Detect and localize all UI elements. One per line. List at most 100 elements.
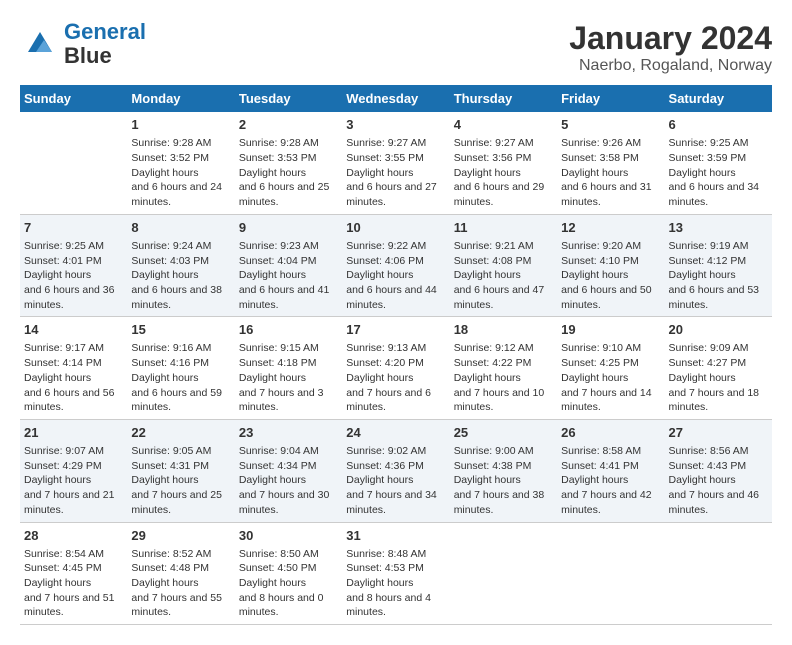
day-cell: 10 Sunrise: 9:22 AM Sunset: 4:06 PM Dayl…	[342, 214, 449, 317]
day-info: Sunrise: 9:22 AM Sunset: 4:06 PM Dayligh…	[346, 239, 445, 312]
day-cell: 21 Sunrise: 9:07 AM Sunset: 4:29 PM Dayl…	[20, 419, 127, 522]
week-row-4: 21 Sunrise: 9:07 AM Sunset: 4:29 PM Dayl…	[20, 419, 772, 522]
day-number: 31	[346, 527, 445, 545]
day-number: 28	[24, 527, 123, 545]
day-info: Sunrise: 9:23 AM Sunset: 4:04 PM Dayligh…	[239, 239, 338, 312]
day-number: 27	[669, 424, 768, 442]
day-number: 21	[24, 424, 123, 442]
day-info: Sunrise: 9:05 AM Sunset: 4:31 PM Dayligh…	[131, 444, 230, 517]
day-info: Sunrise: 9:15 AM Sunset: 4:18 PM Dayligh…	[239, 341, 338, 414]
day-number: 13	[669, 219, 768, 237]
day-number: 29	[131, 527, 230, 545]
day-cell: 25 Sunrise: 9:00 AM Sunset: 4:38 PM Dayl…	[450, 419, 557, 522]
day-cell: 3 Sunrise: 9:27 AM Sunset: 3:55 PM Dayli…	[342, 112, 449, 214]
day-cell: 30 Sunrise: 8:50 AM Sunset: 4:50 PM Dayl…	[235, 522, 342, 625]
day-number: 19	[561, 321, 660, 339]
header-row: SundayMondayTuesdayWednesdayThursdayFrid…	[20, 85, 772, 112]
week-row-1: 1 Sunrise: 9:28 AM Sunset: 3:52 PM Dayli…	[20, 112, 772, 214]
day-cell: 9 Sunrise: 9:23 AM Sunset: 4:04 PM Dayli…	[235, 214, 342, 317]
day-header-tuesday: Tuesday	[235, 85, 342, 112]
day-number: 11	[454, 219, 553, 237]
day-header-sunday: Sunday	[20, 85, 127, 112]
day-cell: 19 Sunrise: 9:10 AM Sunset: 4:25 PM Dayl…	[557, 317, 664, 420]
day-info: Sunrise: 9:25 AM Sunset: 3:59 PM Dayligh…	[669, 136, 768, 209]
day-number: 6	[669, 116, 768, 134]
day-cell: 13 Sunrise: 9:19 AM Sunset: 4:12 PM Dayl…	[665, 214, 772, 317]
day-cell: 17 Sunrise: 9:13 AM Sunset: 4:20 PM Dayl…	[342, 317, 449, 420]
day-cell: 2 Sunrise: 9:28 AM Sunset: 3:53 PM Dayli…	[235, 112, 342, 214]
day-info: Sunrise: 9:21 AM Sunset: 4:08 PM Dayligh…	[454, 239, 553, 312]
day-cell: 4 Sunrise: 9:27 AM Sunset: 3:56 PM Dayli…	[450, 112, 557, 214]
day-info: Sunrise: 9:00 AM Sunset: 4:38 PM Dayligh…	[454, 444, 553, 517]
week-row-5: 28 Sunrise: 8:54 AM Sunset: 4:45 PM Dayl…	[20, 522, 772, 625]
logo: General Blue	[20, 20, 146, 68]
day-cell: 12 Sunrise: 9:20 AM Sunset: 4:10 PM Dayl…	[557, 214, 664, 317]
day-cell: 22 Sunrise: 9:05 AM Sunset: 4:31 PM Dayl…	[127, 419, 234, 522]
day-number: 23	[239, 424, 338, 442]
day-cell: 8 Sunrise: 9:24 AM Sunset: 4:03 PM Dayli…	[127, 214, 234, 317]
day-number: 24	[346, 424, 445, 442]
day-number: 9	[239, 219, 338, 237]
day-cell: 20 Sunrise: 9:09 AM Sunset: 4:27 PM Dayl…	[665, 317, 772, 420]
main-title: January 2024	[569, 20, 772, 57]
day-info: Sunrise: 9:07 AM Sunset: 4:29 PM Dayligh…	[24, 444, 123, 517]
logo-icon	[20, 24, 60, 64]
day-cell: 14 Sunrise: 9:17 AM Sunset: 4:14 PM Dayl…	[20, 317, 127, 420]
day-info: Sunrise: 8:54 AM Sunset: 4:45 PM Dayligh…	[24, 547, 123, 620]
day-cell	[20, 112, 127, 214]
day-info: Sunrise: 9:28 AM Sunset: 3:52 PM Dayligh…	[131, 136, 230, 209]
day-info: Sunrise: 8:58 AM Sunset: 4:41 PM Dayligh…	[561, 444, 660, 517]
day-info: Sunrise: 9:27 AM Sunset: 3:56 PM Dayligh…	[454, 136, 553, 209]
day-header-saturday: Saturday	[665, 85, 772, 112]
day-number: 25	[454, 424, 553, 442]
day-number: 16	[239, 321, 338, 339]
day-cell	[665, 522, 772, 625]
day-cell: 16 Sunrise: 9:15 AM Sunset: 4:18 PM Dayl…	[235, 317, 342, 420]
day-number: 7	[24, 219, 123, 237]
day-cell: 28 Sunrise: 8:54 AM Sunset: 4:45 PM Dayl…	[20, 522, 127, 625]
day-info: Sunrise: 8:50 AM Sunset: 4:50 PM Dayligh…	[239, 547, 338, 620]
day-number: 3	[346, 116, 445, 134]
day-number: 26	[561, 424, 660, 442]
day-number: 1	[131, 116, 230, 134]
day-info: Sunrise: 9:28 AM Sunset: 3:53 PM Dayligh…	[239, 136, 338, 209]
day-info: Sunrise: 9:04 AM Sunset: 4:34 PM Dayligh…	[239, 444, 338, 517]
day-info: Sunrise: 8:56 AM Sunset: 4:43 PM Dayligh…	[669, 444, 768, 517]
day-number: 17	[346, 321, 445, 339]
day-number: 2	[239, 116, 338, 134]
day-header-monday: Monday	[127, 85, 234, 112]
day-number: 18	[454, 321, 553, 339]
day-cell: 6 Sunrise: 9:25 AM Sunset: 3:59 PM Dayli…	[665, 112, 772, 214]
day-info: Sunrise: 9:27 AM Sunset: 3:55 PM Dayligh…	[346, 136, 445, 209]
title-area: January 2024 Naerbo, Rogaland, Norway	[569, 20, 772, 75]
day-cell: 23 Sunrise: 9:04 AM Sunset: 4:34 PM Dayl…	[235, 419, 342, 522]
day-cell: 29 Sunrise: 8:52 AM Sunset: 4:48 PM Dayl…	[127, 522, 234, 625]
day-info: Sunrise: 9:10 AM Sunset: 4:25 PM Dayligh…	[561, 341, 660, 414]
day-header-friday: Friday	[557, 85, 664, 112]
week-row-2: 7 Sunrise: 9:25 AM Sunset: 4:01 PM Dayli…	[20, 214, 772, 317]
day-cell	[557, 522, 664, 625]
day-info: Sunrise: 8:52 AM Sunset: 4:48 PM Dayligh…	[131, 547, 230, 620]
day-cell: 15 Sunrise: 9:16 AM Sunset: 4:16 PM Dayl…	[127, 317, 234, 420]
logo-text: General Blue	[64, 20, 146, 68]
day-info: Sunrise: 9:16 AM Sunset: 4:16 PM Dayligh…	[131, 341, 230, 414]
header: General Blue January 2024 Naerbo, Rogala…	[20, 20, 772, 75]
day-header-wednesday: Wednesday	[342, 85, 449, 112]
day-info: Sunrise: 9:25 AM Sunset: 4:01 PM Dayligh…	[24, 239, 123, 312]
day-info: Sunrise: 9:17 AM Sunset: 4:14 PM Dayligh…	[24, 341, 123, 414]
day-info: Sunrise: 9:19 AM Sunset: 4:12 PM Dayligh…	[669, 239, 768, 312]
day-cell: 5 Sunrise: 9:26 AM Sunset: 3:58 PM Dayli…	[557, 112, 664, 214]
day-number: 15	[131, 321, 230, 339]
day-info: Sunrise: 9:02 AM Sunset: 4:36 PM Dayligh…	[346, 444, 445, 517]
day-cell: 27 Sunrise: 8:56 AM Sunset: 4:43 PM Dayl…	[665, 419, 772, 522]
day-info: Sunrise: 9:12 AM Sunset: 4:22 PM Dayligh…	[454, 341, 553, 414]
day-cell: 11 Sunrise: 9:21 AM Sunset: 4:08 PM Dayl…	[450, 214, 557, 317]
day-info: Sunrise: 9:24 AM Sunset: 4:03 PM Dayligh…	[131, 239, 230, 312]
day-info: Sunrise: 8:48 AM Sunset: 4:53 PM Dayligh…	[346, 547, 445, 620]
day-cell: 1 Sunrise: 9:28 AM Sunset: 3:52 PM Dayli…	[127, 112, 234, 214]
day-cell: 7 Sunrise: 9:25 AM Sunset: 4:01 PM Dayli…	[20, 214, 127, 317]
day-cell: 24 Sunrise: 9:02 AM Sunset: 4:36 PM Dayl…	[342, 419, 449, 522]
day-info: Sunrise: 9:13 AM Sunset: 4:20 PM Dayligh…	[346, 341, 445, 414]
day-number: 10	[346, 219, 445, 237]
day-info: Sunrise: 9:26 AM Sunset: 3:58 PM Dayligh…	[561, 136, 660, 209]
